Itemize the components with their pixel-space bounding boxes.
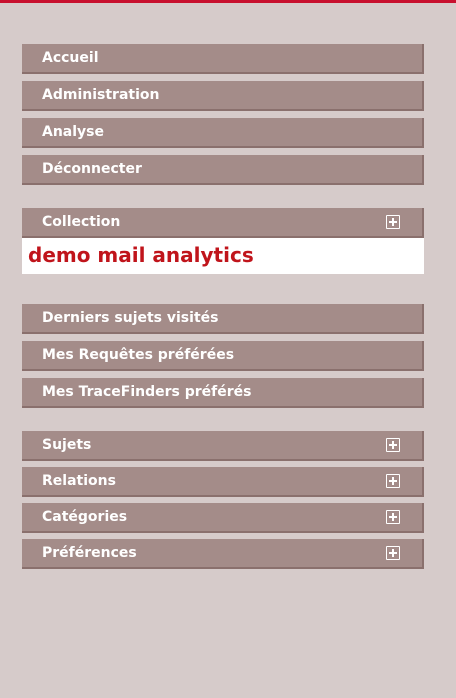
nav-derniers-sujets[interactable]: Derniers sujets visités bbox=[22, 304, 424, 334]
nav-categories[interactable]: Catégories bbox=[22, 503, 424, 533]
nav-deconnecter[interactable]: Déconnecter bbox=[22, 155, 424, 185]
nav-analyse-label: Analyse bbox=[42, 124, 105, 140]
nav-relations-label: Relations bbox=[42, 473, 116, 489]
nav-analyse[interactable]: Analyse bbox=[22, 118, 424, 148]
sidebar-nav: Accueil Administration Analyse Déconnect… bbox=[22, 44, 424, 575]
nav-mes-requetes[interactable]: Mes Requêtes préférées bbox=[22, 341, 424, 371]
nav-accueil[interactable]: Accueil bbox=[22, 44, 424, 74]
preferences-expand-icon[interactable] bbox=[386, 546, 400, 560]
nav-preferences-label: Préférences bbox=[42, 545, 137, 561]
nav-mes-requetes-label: Mes Requêtes préférées bbox=[42, 347, 235, 363]
nav-relations[interactable]: Relations bbox=[22, 467, 424, 497]
collection-header[interactable]: Collection bbox=[22, 208, 424, 238]
nav-administration-label: Administration bbox=[42, 87, 160, 103]
nav-preferences[interactable]: Préférences bbox=[22, 539, 424, 569]
nav-administration[interactable]: Administration bbox=[22, 81, 424, 111]
top-accent-rule bbox=[0, 0, 456, 3]
nav-sujets[interactable]: Sujets bbox=[22, 431, 424, 461]
nav-sujets-label: Sujets bbox=[42, 437, 92, 453]
relations-expand-icon[interactable] bbox=[386, 474, 400, 488]
collection-label: Collection bbox=[42, 214, 121, 230]
collection-current-value: demo mail analytics bbox=[22, 238, 424, 274]
nav-categories-label: Catégories bbox=[42, 509, 128, 525]
nav-deconnecter-label: Déconnecter bbox=[42, 161, 142, 177]
nav-mes-tracefinders[interactable]: Mes TraceFinders préférés bbox=[22, 378, 424, 408]
nav-derniers-sujets-label: Derniers sujets visités bbox=[42, 310, 219, 326]
categories-expand-icon[interactable] bbox=[386, 510, 400, 524]
sidebar-panel: Accueil Administration Analyse Déconnect… bbox=[0, 0, 456, 698]
collection-expand-icon[interactable] bbox=[386, 215, 400, 229]
sujets-expand-icon[interactable] bbox=[386, 438, 400, 452]
nav-accueil-label: Accueil bbox=[42, 50, 99, 66]
nav-mes-tracefinders-label: Mes TraceFinders préférés bbox=[42, 384, 252, 400]
